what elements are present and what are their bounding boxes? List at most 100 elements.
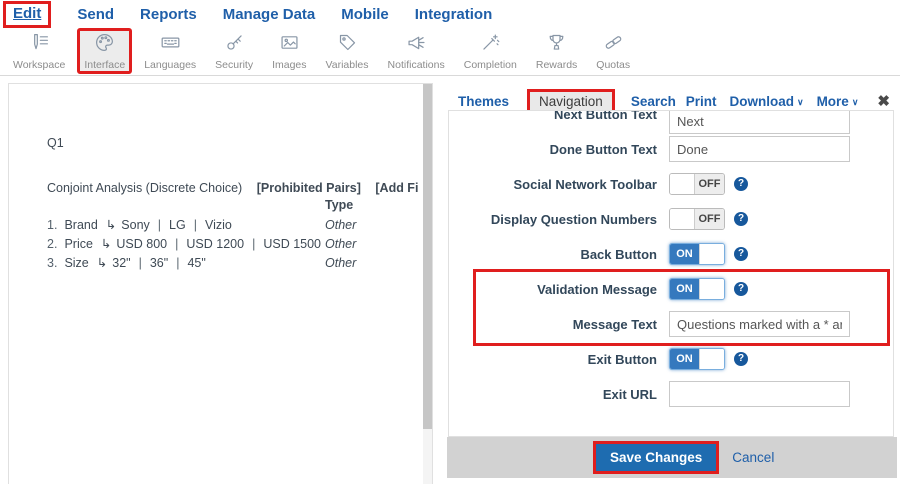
attribute-type: Other <box>325 237 356 251</box>
back-button-toggle[interactable]: ON <box>669 243 725 265</box>
toolbar-item-completion[interactable]: Completion <box>457 28 524 74</box>
print-link[interactable]: Print <box>686 94 717 109</box>
attribute-option: USD 1200 <box>167 237 244 251</box>
display-question-numbers-toggle[interactable]: OFF <box>669 208 725 230</box>
toggle-knob <box>699 244 724 264</box>
toolbar-item-label: Completion <box>464 59 517 71</box>
exit-url-input[interactable] <box>669 381 850 407</box>
toolbar-item-label: Rewards <box>536 59 577 71</box>
help-icon[interactable]: ? <box>734 352 748 366</box>
toolbar-item-interface[interactable]: Interface <box>77 28 132 74</box>
field-label: Back Button <box>449 247 657 262</box>
social-network-toolbar-toggle[interactable]: OFF <box>669 173 725 195</box>
nav-tab-send[interactable]: Send <box>77 6 114 23</box>
question-title-line: Conjoint Analysis (Discrete Choice) [Pro… <box>47 181 418 195</box>
rewards-trophy-icon <box>546 32 567 58</box>
form-row-social-network-toolbar: Social Network Toolbar OFF ? <box>449 170 893 198</box>
toolbar-item-label: Notifications <box>388 59 445 71</box>
cancel-link[interactable]: Cancel <box>732 450 774 465</box>
attribute-option: LG <box>150 218 186 232</box>
help-icon[interactable]: ? <box>734 177 748 191</box>
toolbar-item-security[interactable]: Security <box>208 28 260 74</box>
save-changes-button[interactable]: Save Changes <box>596 444 716 471</box>
add-fixed-tasks-link[interactable]: [Add Fixed Tasks <box>375 181 418 195</box>
toolbar-item-languages[interactable]: Languages <box>137 28 203 74</box>
nav-tab-manage-data[interactable]: Manage Data <box>223 6 316 23</box>
form-row-back-button: Back Button ON ? <box>449 240 893 268</box>
exit-button-toggle[interactable]: ON <box>669 348 725 370</box>
form-row-validation-message: Validation Message ON ? <box>449 275 893 303</box>
survey-preview-panel: Q1 Conjoint Analysis (Discrete Choice) [… <box>8 83 433 484</box>
question-id: Q1 <box>47 136 64 150</box>
validation-message-toggle[interactable]: ON <box>669 278 725 300</box>
toggle-state-label: ON <box>670 244 699 264</box>
close-icon[interactable]: ✖ <box>877 92 890 110</box>
more-link[interactable]: More∨ <box>817 94 859 109</box>
top-nav: Edit Send Reports Manage Data Mobile Int… <box>0 0 900 28</box>
annotation-box-save-changes: Save Changes <box>593 441 719 474</box>
help-icon[interactable]: ? <box>734 212 748 226</box>
toolbar-item-variables[interactable]: Variables <box>319 28 376 74</box>
question-type-name: Conjoint Analysis (Discrete Choice) <box>47 181 242 195</box>
field-label: Message Text <box>449 317 657 332</box>
toggle-knob <box>670 174 695 194</box>
nav-tab-reports[interactable]: Reports <box>140 6 197 23</box>
navigation-settings-form: Next Button Text Done Button Text Social… <box>448 110 894 437</box>
arrow-icon: ↳ <box>106 217 116 232</box>
field-label: Validation Message <box>449 282 657 297</box>
variables-tag-icon <box>337 32 358 58</box>
attribute-row: 1. Brand ↳ Sony LG Vizio Other <box>47 215 418 234</box>
toolbar-item-label: Images <box>272 59 306 71</box>
panel-actions: Print Download∨ More∨ ✖ <box>686 92 897 110</box>
message-text-input[interactable] <box>669 311 850 337</box>
left-panel-scrollbar[interactable] <box>423 84 432 484</box>
download-link[interactable]: Download∨ <box>729 94 803 109</box>
attribute-type: Other <box>325 218 356 232</box>
toolbar-item-notifications[interactable]: Notifications <box>381 28 452 74</box>
help-icon[interactable]: ? <box>734 282 748 296</box>
tab-search[interactable]: Search <box>631 94 676 109</box>
next-button-text-input[interactable] <box>669 110 850 134</box>
toggle-knob <box>699 349 724 369</box>
attribute-option: 45" <box>168 256 206 270</box>
toolbar-item-label: Quotas <box>596 59 630 71</box>
nav-tab-edit[interactable]: Edit <box>13 5 41 22</box>
row-number: 2. <box>47 237 57 251</box>
help-icon[interactable]: ? <box>734 247 748 261</box>
type-column-header: Type <box>325 198 353 212</box>
tab-themes[interactable]: Themes <box>458 94 509 109</box>
attribute-option: USD 800 <box>116 237 167 251</box>
form-row-exit-url: Exit URL <box>449 380 893 408</box>
done-button-text-input[interactable] <box>669 136 850 162</box>
toolbar-item-rewards[interactable]: Rewards <box>529 28 584 74</box>
toolbar-item-label: Workspace <box>13 59 65 71</box>
app-window: Edit Send Reports Manage Data Mobile Int… <box>0 0 900 484</box>
attribute-type: Other <box>325 256 356 270</box>
panel-footer: Save Changes Cancel <box>447 437 897 478</box>
nav-tab-integration[interactable]: Integration <box>415 6 493 23</box>
attribute-name: Brand <box>64 218 97 232</box>
toolbar-item-workspace[interactable]: Workspace <box>6 28 72 74</box>
arrow-icon: ↳ <box>97 255 107 270</box>
field-label: Display Question Numbers <box>449 212 657 227</box>
row-number: 1. <box>47 218 57 232</box>
toolbar-item-label: Security <box>215 59 253 71</box>
scrollbar-thumb[interactable] <box>423 84 432 429</box>
form-row-message-text: Message Text <box>449 310 893 338</box>
nav-tab-mobile[interactable]: Mobile <box>341 6 389 23</box>
attribute-option: Sony <box>121 218 150 232</box>
tab-navigation[interactable]: Navigation <box>539 94 603 109</box>
form-row-next-button-text: Next Button Text <box>449 110 893 128</box>
toggle-state-label: OFF <box>695 209 724 229</box>
toolbar-item-images[interactable]: Images <box>265 28 313 74</box>
security-key-icon <box>224 32 245 58</box>
chevron-down-icon: ∨ <box>852 97 859 107</box>
field-label: Next Button Text <box>449 110 657 122</box>
toolbar-item-quotas[interactable]: Quotas <box>589 28 637 74</box>
prohibited-pairs-link[interactable]: [Prohibited Pairs] <box>257 181 361 195</box>
field-label: Done Button Text <box>449 142 657 157</box>
toolbar-item-label: Interface <box>84 59 125 71</box>
toggle-knob <box>670 209 695 229</box>
attribute-option: USD 1500 <box>244 237 321 251</box>
attribute-row: 3. Size ↳ 32" 36" 45" Other <box>47 253 418 272</box>
